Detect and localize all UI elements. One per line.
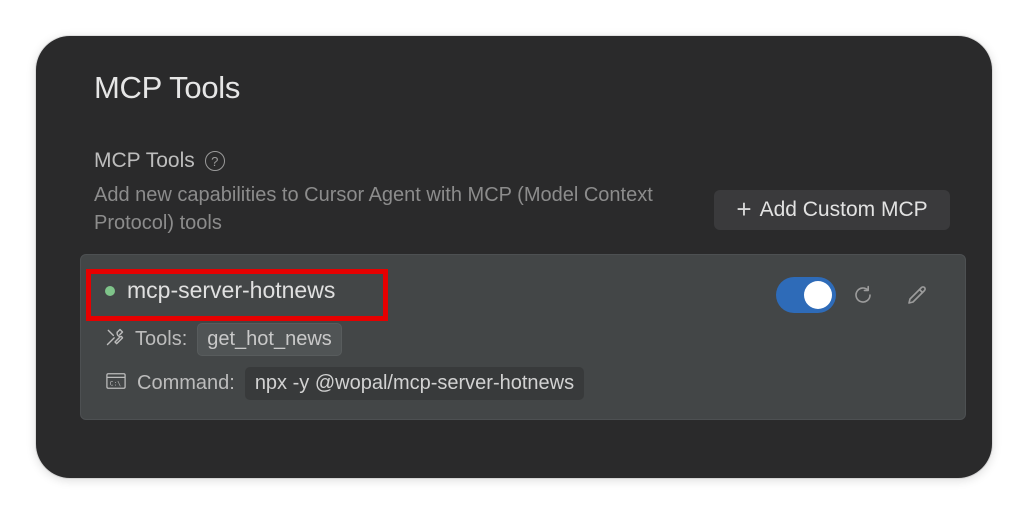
server-name: mcp-server-hotnews	[127, 277, 336, 303]
tools-row: Tools: get_hot_news	[105, 323, 342, 356]
mcp-server-card: mcp-server-hotnews Tools: get_hot_news C…	[80, 254, 966, 420]
edit-pencil-icon[interactable]	[903, 281, 931, 309]
mcp-settings-panel: MCP Tools MCP Tools ? Add new capabiliti…	[36, 36, 992, 478]
command-label: Command:	[137, 372, 235, 394]
page-title: MCP Tools	[94, 70, 241, 105]
tools-label: Tools:	[135, 328, 188, 350]
terminal-icon: C:\	[105, 371, 127, 397]
refresh-icon[interactable]	[849, 281, 877, 309]
server-header: mcp-server-hotnews	[105, 277, 335, 304]
svg-text:C:\: C:\	[110, 380, 122, 387]
plus-icon: +	[736, 194, 752, 224]
add-custom-mcp-button[interactable]: + Add Custom MCP	[714, 190, 950, 230]
toggle-knob	[804, 281, 832, 309]
tool-chip: get_hot_news	[197, 323, 342, 356]
section-description: Add new capabilities to Cursor Agent wit…	[94, 184, 653, 234]
add-custom-mcp-label: Add Custom MCP	[759, 198, 928, 221]
question-circle-icon[interactable]: ?	[204, 151, 225, 171]
server-enable-toggle[interactable]	[776, 277, 836, 313]
section-title: MCP Tools ?	[94, 149, 225, 173]
command-row: C:\ Command: npx -y @wopal/mcp-server-ho…	[105, 367, 585, 400]
command-value: npx -y @wopal/mcp-server-hotnews	[244, 367, 585, 400]
status-dot-icon	[105, 285, 115, 296]
section-title-text: MCP Tools	[94, 149, 195, 172]
tools-wrench-icon	[105, 327, 125, 353]
